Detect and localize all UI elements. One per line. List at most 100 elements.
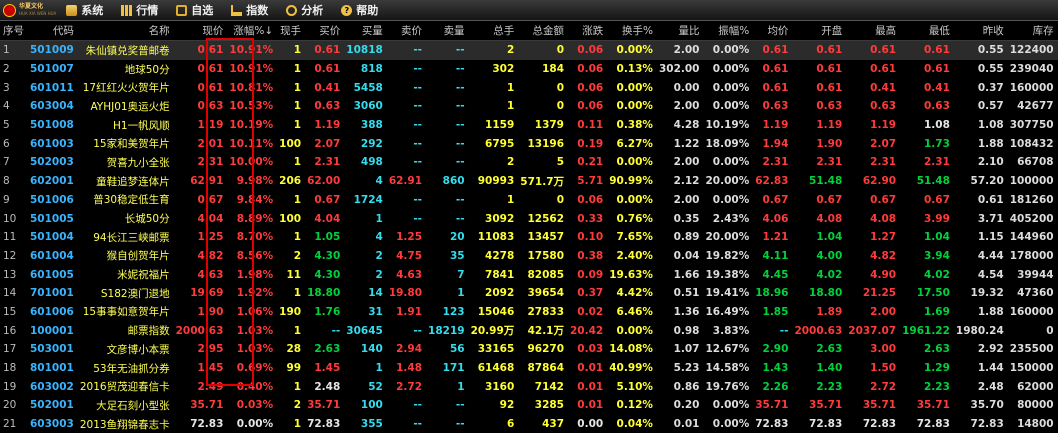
menu-help[interactable]: ?帮助 <box>341 2 378 18</box>
column-header[interactable]: 振幅% <box>702 21 752 41</box>
table-row[interactable]: 20502001大足石刻小型张35.710.03%235.71100----92… <box>0 396 1058 415</box>
table-row[interactable]: 1150100494长江三峡邮票1.258.70%11.0541.2520110… <box>0 228 1058 247</box>
table-cell: 2.31 <box>173 153 227 172</box>
column-header[interactable]: 最高 <box>845 21 899 41</box>
column-header[interactable]: 卖量 <box>425 21 468 41</box>
column-header[interactable]: 现手 <box>276 21 304 41</box>
table-row[interactable]: 7502003贺喜九小全张2.3110.00%12.31498----250.2… <box>0 153 1058 172</box>
table-row[interactable]: 196030022016贸茂迎春信卡2.490.40%12.48522.7213… <box>0 377 1058 396</box>
column-header[interactable]: 昨收 <box>953 21 1007 41</box>
table-cell: 14.08% <box>606 340 656 359</box>
table-cell: 0.09 <box>567 265 606 284</box>
table-row[interactable]: 16100001邮票指数2000.631.03%1--30645--182192… <box>0 321 1058 340</box>
table-cell: 10.11% <box>226 134 276 153</box>
table-cell: 2 <box>468 153 518 172</box>
table-cell: 4.75 <box>386 247 425 266</box>
table-cell: 童鞋追梦连体片 <box>77 172 173 191</box>
table-row[interactable]: 660100315家和美贺年片2.0110.11%1002.07292----6… <box>0 134 1058 153</box>
table-cell: 1.50 <box>845 359 899 378</box>
table-row[interactable]: 5501008H1一帆风顺1.1910.19%11.19388----11591… <box>0 116 1058 135</box>
column-header[interactable]: 换手% <box>606 21 656 41</box>
table-cell: 4.30 <box>304 265 343 284</box>
column-header[interactable]: 库存 <box>1007 21 1057 41</box>
table-cell: 1 <box>468 97 518 116</box>
table-cell: 1 <box>276 60 304 79</box>
table-cell: 1.21 <box>752 228 791 247</box>
column-header[interactable]: 量比 <box>656 21 703 41</box>
table-cell: -- <box>386 97 425 116</box>
table-row[interactable]: 360101117红红火火贺年片0.6110.81%10.415458----1… <box>0 78 1058 97</box>
table-cell: 14.58% <box>702 359 752 378</box>
table-row[interactable]: 1501009朱仙镇兑奖普邮卷0.6110.91%10.6110818----2… <box>0 41 1058 60</box>
table-cell: 6 <box>0 134 27 153</box>
column-header[interactable]: 买价 <box>304 21 343 41</box>
menu-quote[interactable]: 行情 <box>121 2 158 18</box>
column-header[interactable]: 开盘 <box>791 21 845 41</box>
column-header[interactable]: 最低 <box>899 21 953 41</box>
menu-system[interactable]: 系统 <box>66 2 103 18</box>
table-cell: 1 <box>276 321 304 340</box>
table-cell: 100 <box>276 134 304 153</box>
table-cell: 1.25 <box>173 228 227 247</box>
menu-quote-label: 行情 <box>136 2 158 18</box>
table-cell: 2000.63 <box>173 321 227 340</box>
table-cell: 0.89 <box>656 228 703 247</box>
table-cell: 16 <box>0 321 27 340</box>
table-cell: 171 <box>425 359 468 378</box>
table-row[interactable]: 4603004AYHJ01奥运火炬0.6310.53%10.633060----… <box>0 97 1058 116</box>
table-cell: 19.38% <box>702 265 752 284</box>
table-row[interactable]: 216030032013鱼翔锦春志卡72.830.00%172.83355---… <box>0 415 1058 433</box>
table-row[interactable]: 13601005米妮祝福片4.631.98%114.3024.637784182… <box>0 265 1058 284</box>
column-header[interactable]: 卖价 <box>386 21 425 41</box>
table-cell: 860 <box>425 172 468 191</box>
table-row[interactable]: 1880100153年无油抓分券1.450.69%991.4511.481716… <box>0 359 1058 378</box>
table-cell: 502003 <box>27 153 77 172</box>
table-cell: 35.71 <box>899 396 953 415</box>
table-row[interactable]: 2501007地球50分0.6110.91%10.61818----302184… <box>0 60 1058 79</box>
menu-watchlist[interactable]: 自选 <box>176 2 213 18</box>
column-header[interactable]: 代码 <box>27 21 77 41</box>
menu-analysis[interactable]: 分析 <box>286 2 323 18</box>
column-header[interactable]: 涨幅%↓ <box>226 21 276 41</box>
table-cell: 18.80 <box>304 284 343 303</box>
table-row[interactable]: 10501005长城50分4.048.89%1004.041----309212… <box>0 209 1058 228</box>
table-cell: 0.63 <box>304 97 343 116</box>
column-header[interactable]: 名称 <box>77 21 173 41</box>
column-header[interactable]: 现价 <box>173 21 227 41</box>
table-cell: 0.02 <box>567 303 606 322</box>
table-cell: 4.90 <box>845 265 899 284</box>
column-header[interactable]: 均价 <box>752 21 791 41</box>
column-header[interactable]: 总金额 <box>517 21 567 41</box>
menu-analysis-label: 分析 <box>301 2 323 18</box>
table-row[interactable]: 12601004猴自创贺年片4.828.56%24.3024.753542781… <box>0 247 1058 266</box>
table-cell: 501004 <box>27 228 77 247</box>
column-header[interactable]: 买量 <box>343 21 386 41</box>
table-row[interactable]: 17503001文彦博小本票2.951.03%282.631402.945633… <box>0 340 1058 359</box>
table-cell: 40.99% <box>606 359 656 378</box>
table-cell: 10.81% <box>226 78 276 97</box>
table-row[interactable]: 1560100615事事如意贺年片1.901.06%1901.76311.911… <box>0 303 1058 322</box>
table-cell: 0.00% <box>606 191 656 210</box>
table-cell: -- <box>386 116 425 135</box>
table-cell: 72.83 <box>899 415 953 433</box>
table-cell: 0.33 <box>567 209 606 228</box>
table-cell: 8 <box>0 172 27 191</box>
column-header[interactable]: 总手 <box>468 21 518 41</box>
table-cell: 1.90 <box>173 303 227 322</box>
table-cell: 87864 <box>517 359 567 378</box>
table-cell: 1 <box>276 284 304 303</box>
menu-index[interactable]: 指数 <box>231 2 268 18</box>
table-cell: 0.00% <box>702 41 752 60</box>
table-cell: 18 <box>0 359 27 378</box>
table-cell: 5.71 <box>567 172 606 191</box>
table-row[interactable]: 8602001童鞋追梦连体片62.919.98%20662.00462.9186… <box>0 172 1058 191</box>
column-header[interactable]: 序号 <box>0 21 27 41</box>
table-cell: 7.65% <box>606 228 656 247</box>
table-cell: 0.00% <box>702 191 752 210</box>
table-cell: 1.06% <box>226 303 276 322</box>
table-cell: 4.45 <box>752 265 791 284</box>
table-row[interactable]: 9501006普30稳定低生育0.679.84%10.671724----100… <box>0 191 1058 210</box>
column-header[interactable]: 涨跌 <box>567 21 606 41</box>
table-row[interactable]: 14701001S182澳门退地19.691.92%118.801419.801… <box>0 284 1058 303</box>
table-cell: 11 <box>0 228 27 247</box>
